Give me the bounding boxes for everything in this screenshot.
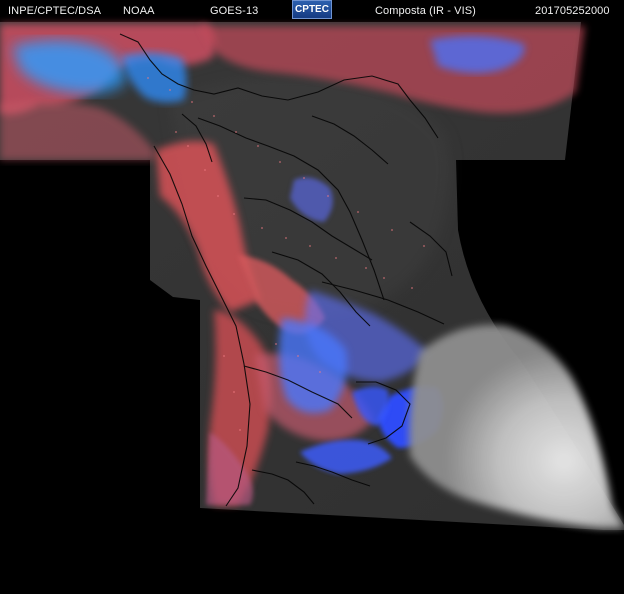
satellite-image-viewer: CPTEC INPE/CPTEC/DSA NOAA GOES-13 Compos… [0,0,624,594]
satellite-label: GOES-13 [210,5,259,17]
timestamp-label: 201705252000 [535,5,610,17]
agency-label: INPE/CPTEC/DSA [8,5,102,17]
partner-label: NOAA [123,5,155,17]
cptec-logo: CPTEC [292,0,332,19]
product-label: Composta (IR - VIS) [375,5,476,17]
satellite-composite-map [0,0,624,594]
